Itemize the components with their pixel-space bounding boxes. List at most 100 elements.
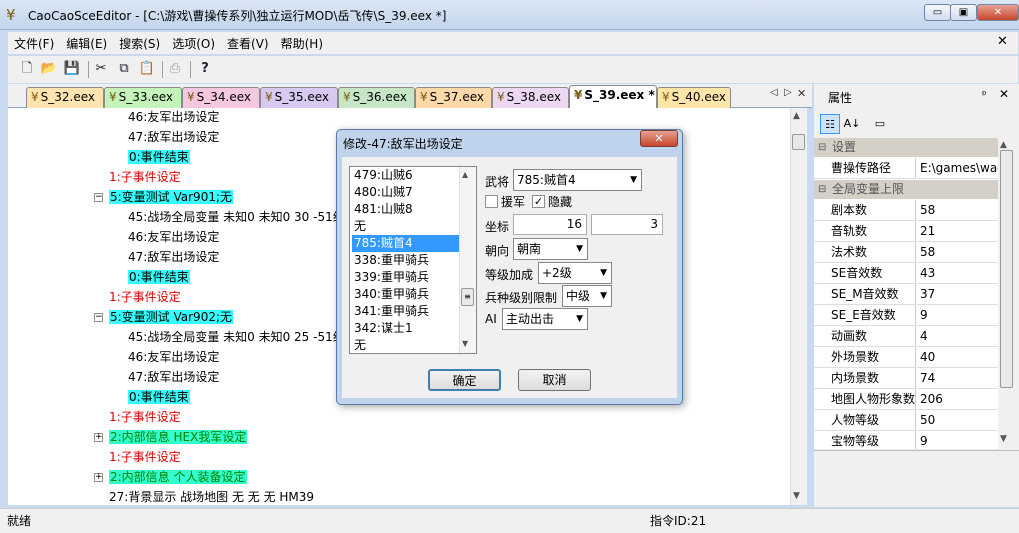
tree-node[interactable]: 47:敌军出场设定 <box>128 368 219 387</box>
property-row[interactable]: SE_M音效数 37 <box>814 284 998 305</box>
list-item[interactable]: 无 <box>352 337 460 353</box>
tree-scrollbar[interactable]: ▲ ▼ <box>790 108 807 505</box>
property-scroll-thumb[interactable] <box>1000 150 1013 388</box>
tree-node[interactable]: 45:战场全局变量 未知0 未知0 30 -51组 <box>128 208 345 227</box>
menu-view[interactable]: 查看(V) <box>221 32 275 54</box>
minimize-button[interactable]: ▭ <box>924 4 951 21</box>
ok-button[interactable]: 确定 <box>428 369 501 391</box>
tab-s38[interactable]: ¥ S_38.eex <box>492 87 569 108</box>
tree-node[interactable]: 1:子事件设定 <box>109 448 181 467</box>
unit-listbox[interactable]: 479:山贼6 480:山贼7 481:山贼8 无 785:贼首4 338:重甲… <box>349 166 477 354</box>
tab-scroll-left-icon[interactable]: ◁ <box>770 87 778 98</box>
property-row[interactable]: 宝物等级 9 <box>814 431 998 449</box>
tree-node[interactable]: 47:敌军出场设定 <box>128 128 219 147</box>
expand-toggle-icon[interactable]: + <box>94 433 103 442</box>
tree-node[interactable]: 45:战场全局变量 未知0 未知0 25 -51组 <box>128 328 345 347</box>
collapse-toggle-icon[interactable]: − <box>94 313 103 322</box>
expand-toggle-icon[interactable]: + <box>94 473 103 482</box>
dialog-close-button[interactable]: ✕ <box>640 130 678 147</box>
tab-s33[interactable]: ¥ S_33.eex <box>104 87 182 108</box>
tree-node[interactable]: 0:事件结束 <box>128 148 190 167</box>
collapse-toggle-icon[interactable]: − <box>94 193 103 202</box>
tree-scroll-thumb[interactable] <box>792 134 805 150</box>
reinforce-checkbox[interactable] <box>485 195 498 208</box>
cancel-button[interactable]: 取消 <box>518 369 591 391</box>
categorized-icon[interactable]: ☷ <box>820 114 840 134</box>
scroll-up-icon[interactable]: ▲ <box>462 170 468 179</box>
tree-node[interactable]: 1:子事件设定 <box>109 168 181 187</box>
property-row[interactable]: 动画数 4 <box>814 326 998 347</box>
hidden-checkbox[interactable]: ✓ <box>532 195 545 208</box>
help-icon[interactable]: ? <box>196 60 214 78</box>
menu-options[interactable]: 选项(O) <box>166 32 221 54</box>
paste-icon[interactable]: 📋 <box>138 60 156 78</box>
list-item[interactable]: 342:谋士1 <box>352 320 460 337</box>
property-row[interactable]: 曹操传路径 E:\games\wag <box>814 158 998 179</box>
property-row[interactable]: 音轨数 21 <box>814 221 998 242</box>
properties-close-icon[interactable]: ✕ <box>999 87 1009 101</box>
tree-node[interactable]: 47:敌军出场设定 <box>128 248 219 267</box>
property-pages-icon[interactable]: ▭ <box>870 114 890 134</box>
list-item[interactable]: 338:重甲骑兵 <box>352 252 460 269</box>
list-item-selected[interactable]: 785:贼首4 <box>352 235 460 252</box>
facing-combo[interactable]: 朝南 ▼ <box>513 238 588 260</box>
property-row[interactable]: 剧本数 58 <box>814 200 998 221</box>
list-item[interactable]: 479:山贼6 <box>352 167 460 184</box>
property-row[interactable]: 法术数 58 <box>814 242 998 263</box>
general-combo[interactable]: 785:贼首4 ▼ <box>513 169 642 191</box>
tree-node[interactable]: 27:背景显示 战场地图 无 无 无 HM39 <box>109 488 314 505</box>
list-item[interactable]: 339:重甲骑兵 <box>352 269 460 286</box>
sort-az-icon[interactable]: A↓ <box>842 114 862 134</box>
ai-combo[interactable]: 主动出击 ▼ <box>502 308 588 330</box>
tab-s40[interactable]: ¥ S_40.eex <box>657 87 731 108</box>
property-row[interactable]: SE_E音效数 9 <box>814 305 998 326</box>
list-item[interactable]: 480:山贼7 <box>352 184 460 201</box>
tree-node[interactable]: 2:内部信息 HEX我军设定 <box>109 428 248 447</box>
scroll-down-icon[interactable]: ▼ <box>462 339 468 348</box>
tree-node[interactable]: 5:变量测试 Var901;无 <box>109 188 234 207</box>
tree-node[interactable]: 5:变量测试 Var902;无 <box>109 308 234 327</box>
menu-help[interactable]: 帮助(H) <box>275 32 329 54</box>
property-row[interactable]: 人物等级 50 <box>814 410 998 431</box>
save-icon[interactable]: 💾 <box>63 60 81 78</box>
mdi-close-icon[interactable]: ✕ <box>997 34 1008 49</box>
menu-edit[interactable]: 编辑(E) <box>60 32 113 54</box>
property-grid[interactable]: ⊟ 设置 曹操传路径 E:\games\wag ⊟ 全局变量上限 剧本数 58 音轨数 2… <box>814 138 998 449</box>
tree-node[interactable]: 0:事件结束 <box>128 388 190 407</box>
menu-search[interactable]: 搜索(S) <box>113 32 166 54</box>
tab-s36[interactable]: ¥ S_36.eex <box>338 87 415 108</box>
property-row[interactable]: 外场景数 40 <box>814 347 998 368</box>
copy-icon[interactable]: ⧉ <box>115 60 133 78</box>
listbox-scrollbar[interactable]: ▲ ▼ <box>459 167 476 353</box>
scroll-down-icon[interactable]: ▼ <box>793 491 800 501</box>
list-item[interactable]: 341:重甲骑兵 <box>352 303 460 320</box>
property-row[interactable]: 内场景数 74 <box>814 368 998 389</box>
tab-close-icon[interactable]: ✕ <box>797 87 806 100</box>
tree-node[interactable]: 0:事件结束 <box>128 268 190 287</box>
open-folder-icon[interactable]: 📂 <box>40 60 58 78</box>
new-file-icon[interactable]: 🗋 <box>18 60 36 78</box>
tree-node[interactable]: 2:内部信息 个人装备设定 <box>109 468 247 487</box>
property-row[interactable]: SE音效数 43 <box>814 263 998 284</box>
menu-file[interactable]: 文件(F) <box>8 32 60 54</box>
tab-s37[interactable]: ¥ S_37.eex <box>415 87 492 108</box>
coord-x-input[interactable]: 16 <box>513 214 587 235</box>
listbox-scroll-thumb[interactable]: ≡ <box>461 288 474 306</box>
maximize-button[interactable]: ▣ <box>950 4 977 21</box>
tab-s35[interactable]: ¥ S_35.eex <box>260 87 338 108</box>
scroll-up-icon[interactable]: ▲ <box>793 111 800 121</box>
troop-level-combo[interactable]: 中级 ▼ <box>562 285 612 307</box>
tree-node[interactable]: 46:友军出场设定 <box>128 228 219 247</box>
list-item[interactable]: 340:重甲骑兵 <box>352 286 460 303</box>
pin-icon[interactable]: ᵖ <box>982 88 987 101</box>
list-item[interactable]: 481:山贼8 <box>352 201 460 218</box>
scroll-up-icon[interactable]: ▲ <box>1000 140 1007 150</box>
coord-y-input[interactable]: 3 <box>591 214 663 235</box>
tab-s32[interactable]: ¥ S_32.eex <box>26 87 104 108</box>
tree-node[interactable]: 46:友军出场设定 <box>128 348 219 367</box>
tab-s34[interactable]: ¥ S_34.eex <box>182 87 260 108</box>
tree-node[interactable]: 46:友军出场设定 <box>128 108 219 127</box>
list-item[interactable]: 无 <box>352 218 460 235</box>
tab-scroll-right-icon[interactable]: ▷ <box>784 87 792 98</box>
cut-icon[interactable]: ✂ <box>92 60 110 78</box>
